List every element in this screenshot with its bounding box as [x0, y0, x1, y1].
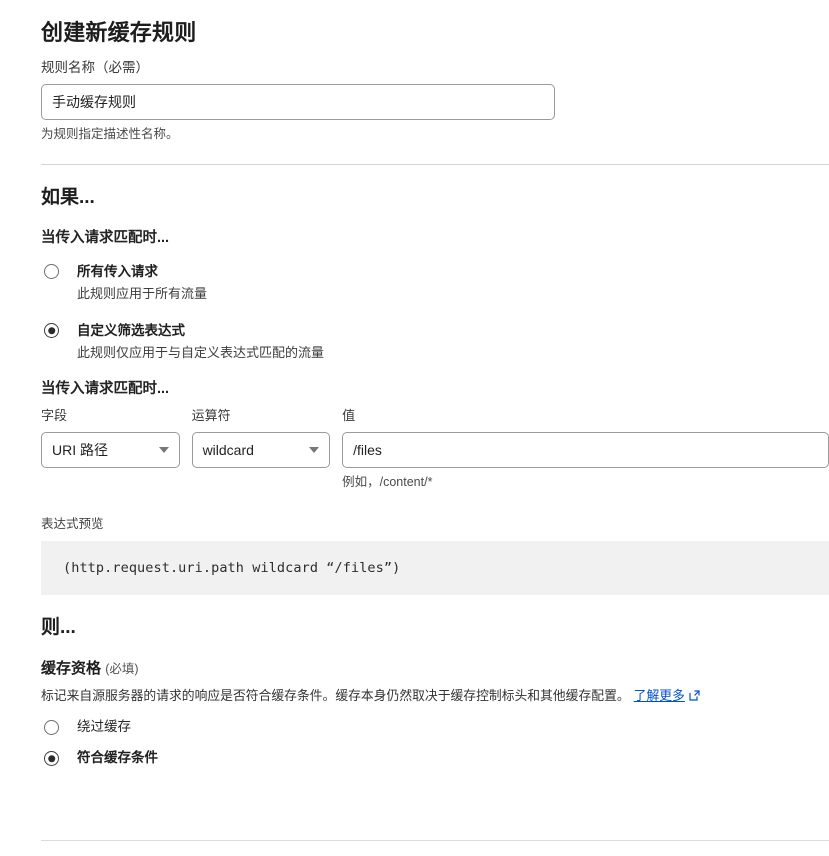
- cache-eligibility-label-text: 缓存资格: [41, 660, 102, 677]
- condition-operator-value: wildcard: [202, 442, 254, 458]
- condition-field-label: 字段: [41, 408, 68, 423]
- section-divider: [41, 164, 829, 165]
- radio-option-bypass-cache[interactable]: 绕过缓存: [41, 718, 829, 736]
- radio-option-body: 自定义筛选表达式 此规则仅应用于与自定义表达式匹配的流量: [77, 321, 324, 362]
- cache-eligibility-description: 标记来自源服务器的请求的响应是否符合缓存条件。缓存本身仍然取决于缓存控制标头和其…: [41, 686, 829, 706]
- cache-eligibility-description-text: 标记来自源服务器的请求的响应是否符合缓存条件。缓存本身仍然取决于缓存控制标头和其…: [41, 688, 630, 703]
- radio-option-description: 此规则仅应用于与自定义表达式匹配的流量: [77, 345, 325, 360]
- learn-more-link[interactable]: 了解更多: [634, 688, 685, 703]
- rule-name-label-text: 规则名称: [41, 60, 95, 75]
- rule-name-input[interactable]: [41, 84, 555, 120]
- radio-option-title: 自定义筛选表达式: [77, 323, 185, 338]
- if-section-subtitle: 当传入请求匹配时...: [41, 230, 170, 246]
- bottom-divider: [41, 840, 829, 841]
- if-section-title: 如果...: [41, 187, 95, 208]
- radio-option-all-requests[interactable]: 所有传入请求 此规则应用于所有流量: [41, 262, 829, 303]
- radio-option-title: 所有传入请求: [77, 264, 158, 279]
- radio-option-title: 绕过缓存: [77, 719, 131, 734]
- radio-icon-unselected[interactable]: [44, 264, 59, 279]
- condition-value-label: 值: [342, 408, 356, 423]
- cache-rule-form: 创建新缓存规则 规则名称（必需） 为规则指定描述性名称。 如果... 当传入请求…: [0, 0, 829, 856]
- rule-name-label: 规则名称（必需）: [41, 59, 829, 77]
- chevron-down-icon: [158, 447, 169, 453]
- cache-eligibility-radio-group: 绕过缓存 符合缓存条件: [41, 718, 829, 767]
- chevron-down-icon: [309, 447, 320, 453]
- condition-field-select[interactable]: URI 路径: [41, 432, 180, 468]
- condition-value-input[interactable]: [342, 432, 829, 468]
- rule-name-required-marker: （必需）: [95, 60, 149, 75]
- radio-icon-selected[interactable]: [44, 751, 59, 766]
- then-section-title: 则...: [41, 617, 76, 638]
- condition-operator-column: 运算符 wildcard: [191, 407, 331, 491]
- page-title: 创建新缓存规则: [41, 20, 197, 45]
- condition-row: 字段 URI 路径 运算符 wildcard 值 例如，/content/*: [41, 407, 829, 491]
- radio-option-body: 绕过缓存: [77, 718, 131, 736]
- cache-eligibility-required-marker: (必填): [105, 662, 139, 676]
- condition-field-value: URI 路径: [52, 442, 108, 458]
- radio-option-body: 所有传入请求 此规则应用于所有流量: [77, 262, 207, 303]
- rule-name-hint: 为规则指定描述性名称。: [41, 127, 179, 141]
- condition-field-column: 字段 URI 路径: [41, 407, 180, 491]
- cache-eligibility-label: 缓存资格 (必填): [41, 658, 829, 680]
- condition-heading: 当传入请求匹配时...: [41, 381, 170, 397]
- condition-value-column: 值 例如，/content/*: [342, 407, 829, 491]
- expression-preview-label: 表达式预览: [41, 517, 104, 531]
- radio-option-description: 此规则应用于所有流量: [77, 286, 208, 301]
- condition-operator-label: 运算符: [191, 408, 231, 423]
- radio-option-body: 符合缓存条件: [77, 749, 158, 767]
- radio-option-title: 符合缓存条件: [77, 750, 158, 765]
- expression-preview-box: (http.request.uri.path wildcard “/files”…: [41, 541, 829, 595]
- condition-value-hint: 例如，/content/*: [342, 475, 433, 489]
- external-link-icon: [689, 687, 700, 706]
- condition-operator-select[interactable]: wildcard: [191, 432, 331, 468]
- incoming-request-radio-group: 所有传入请求 此规则应用于所有流量 自定义筛选表达式 此规则仅应用于与自定义表达…: [41, 262, 829, 362]
- radio-option-custom-expression[interactable]: 自定义筛选表达式 此规则仅应用于与自定义表达式匹配的流量: [41, 321, 829, 362]
- radio-icon-unselected[interactable]: [44, 720, 59, 735]
- radio-option-eligible-for-cache[interactable]: 符合缓存条件: [41, 749, 829, 767]
- radio-icon-selected[interactable]: [44, 323, 59, 338]
